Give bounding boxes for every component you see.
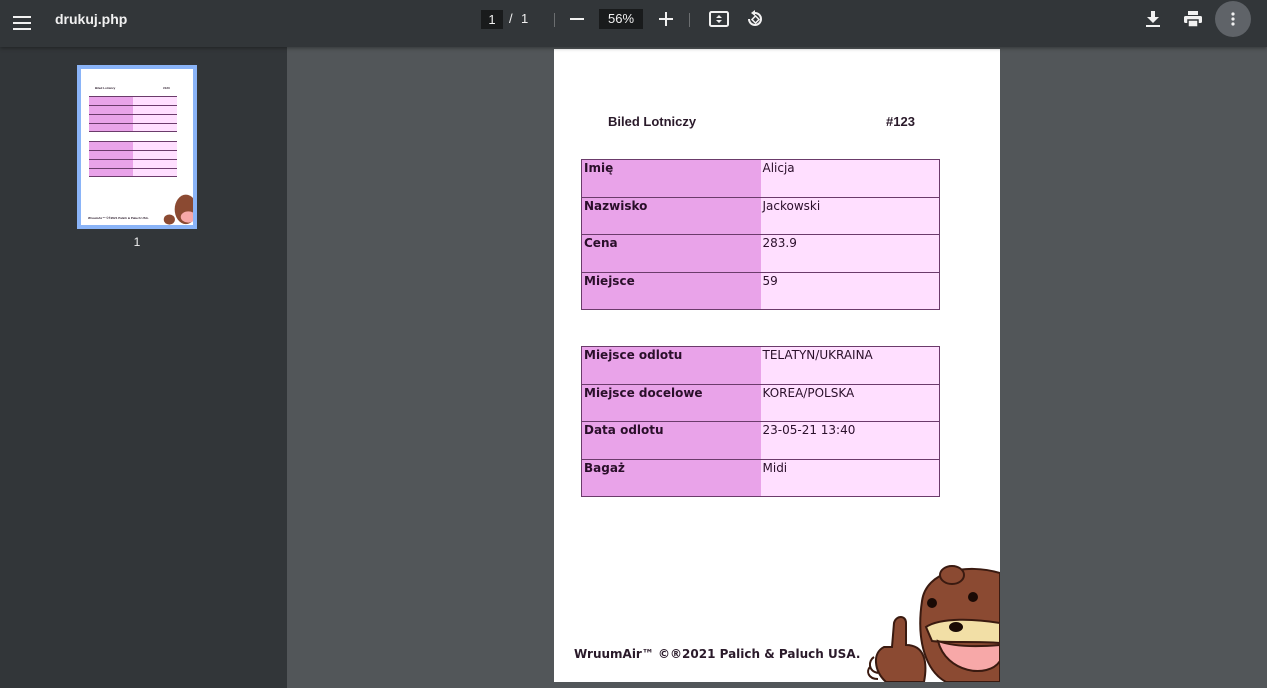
- page-total: 1: [521, 11, 529, 26]
- toolbar-divider: [554, 13, 555, 27]
- mini-row: [89, 141, 177, 150]
- table-row: Data odlotu 23-05-21 13:40: [581, 421, 940, 459]
- ticket-title: Biled Lotniczy: [608, 114, 697, 129]
- flight-table: Miejsce odlotu TELATYN/UKRAINA Miejsce d…: [581, 346, 940, 497]
- row-value: Jackowski: [760, 196, 940, 235]
- row-label: Miejsce odlotu: [581, 346, 761, 384]
- mini-beaver-image: [163, 194, 193, 225]
- row-value: 283.9: [760, 234, 940, 272]
- beaver-mascot-image: [867, 565, 1000, 682]
- fit-page-icon[interactable]: [707, 8, 731, 30]
- ticket-footer: WruumAir™ ©®2021 Palich & Paluch USA.: [574, 647, 861, 661]
- row-value: Alicja: [760, 159, 940, 197]
- thumbnail-page-label: 1: [133, 235, 141, 249]
- mini-row: [89, 105, 177, 114]
- row-label: Bagaż: [581, 458, 761, 497]
- row-value: KOREA/POLSKA: [760, 383, 940, 422]
- toolbar-divider: [689, 13, 690, 27]
- print-icon[interactable]: [1181, 8, 1205, 30]
- mini-ticket-title: Biled Lotniczy: [95, 86, 116, 90]
- page-number-input[interactable]: 1: [481, 10, 503, 29]
- table-row: Bagaż Midi: [581, 458, 940, 497]
- table-row: Miejsce odlotu TELATYN/UKRAINA: [581, 346, 940, 384]
- row-label: Imię: [581, 159, 761, 197]
- row-value: 23-05-21 13:40: [760, 421, 940, 459]
- zoom-level-input[interactable]: 56%: [599, 9, 643, 29]
- zoom-in-icon[interactable]: [655, 8, 677, 30]
- zoom-out-icon[interactable]: [566, 8, 588, 30]
- mini-row: [89, 96, 177, 105]
- mini-footer: WruumAir™ ©®2021 Palich & Paluch USA.: [88, 216, 149, 220]
- menu-icon[interactable]: [6, 7, 38, 39]
- row-label: Nazwisko: [581, 196, 761, 235]
- page-thumbnail[interactable]: Biled Lotniczy #123 WruumAir™ ©®2021 Pal…: [77, 65, 197, 229]
- document-title: drukuj.php: [55, 11, 128, 27]
- pdf-toolbar: drukuj.php 1 / 1 56%: [0, 0, 1267, 47]
- ticket-number: #123: [886, 114, 915, 129]
- pdf-page: Biled Lotniczy #123 Imię Alicja Nazwisko…: [554, 49, 1000, 682]
- thumbnail-sidebar: Biled Lotniczy #123 WruumAir™ ©®2021 Pal…: [0, 47, 287, 688]
- page-separator: /: [509, 11, 513, 26]
- mini-row: [89, 150, 177, 159]
- mini-row: [89, 114, 177, 123]
- mini-row: [89, 123, 177, 132]
- table-row: Miejsce 59: [581, 271, 940, 310]
- passenger-table: Imię Alicja Nazwisko Jackowski Cena 283.…: [581, 159, 940, 310]
- row-value: Midi: [760, 458, 940, 497]
- mini-row: [89, 159, 177, 168]
- table-row: Imię Alicja: [581, 159, 940, 197]
- table-row: Cena 283.9: [581, 234, 940, 272]
- row-label: Miejsce docelowe: [581, 383, 761, 422]
- row-value: TELATYN/UKRAINA: [760, 346, 940, 384]
- more-vert-icon[interactable]: [1215, 1, 1251, 37]
- mini-ticket-number: #123: [163, 86, 170, 90]
- download-icon[interactable]: [1142, 8, 1164, 30]
- mini-flight-table: [89, 141, 177, 177]
- mini-row: [89, 168, 177, 177]
- row-label: Miejsce: [581, 271, 761, 310]
- row-value: 59: [760, 271, 940, 310]
- table-row: Nazwisko Jackowski: [581, 196, 940, 235]
- mini-passenger-table: [89, 96, 177, 132]
- rotate-icon[interactable]: [743, 8, 767, 30]
- row-label: Data odlotu: [581, 421, 761, 459]
- row-label: Cena: [581, 234, 761, 272]
- table-row: Miejsce docelowe KOREA/POLSKA: [581, 383, 940, 422]
